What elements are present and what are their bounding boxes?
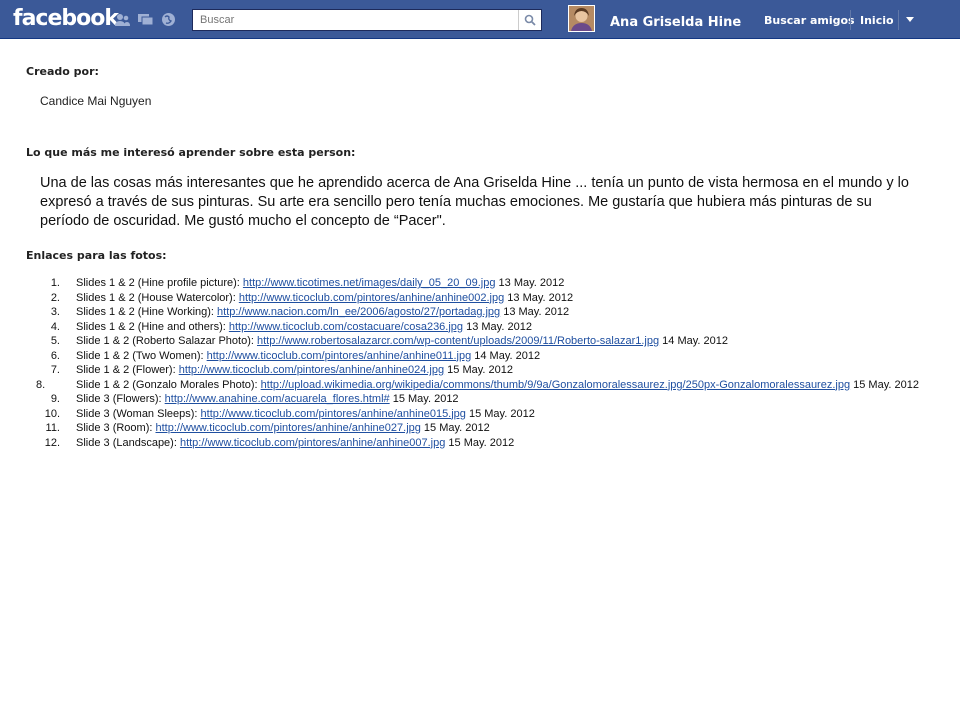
photo-links-heading: Enlaces para las fotos: (26, 249, 167, 262)
access-date: 15 May. 2012 (445, 436, 515, 449)
interest-paragraph: Una de las cosas más interesantes que he… (40, 175, 909, 229)
link-description: Slides 1 & 2 (House Watercolor): (76, 291, 239, 304)
search-icon (524, 14, 536, 26)
link-list-item: 4. Slides 1 & 2 (Hine and others): http:/… (36, 320, 920, 335)
account-menu-caret-icon[interactable] (906, 17, 914, 22)
link-list-item: 9. Slide 3 (Flowers): http://www.anahine.… (36, 392, 920, 407)
link-list-item: 12. Slide 3 (Landscape): http://www.ticoc… (36, 436, 920, 451)
search-button[interactable] (518, 10, 541, 30)
access-date: 13 May. 2012 (495, 277, 565, 289)
list-number: 11. (45, 422, 60, 434)
link-description: Slide 1 & 2 (Roberto Salazar Photo): (76, 335, 257, 347)
link-list-item: 2. Slides 1 & 2 (House Watercolor): http:… (36, 291, 920, 306)
link-description: Slides 1 & 2 (Hine and others): (76, 320, 229, 333)
list-number: 4. (50, 320, 60, 333)
access-date: 13 May. 2012 (504, 291, 574, 304)
nav-divider (850, 10, 851, 30)
facebook-logo[interactable]: facebook (13, 6, 119, 31)
interest-heading: Lo que más me interesó aprender sobre es… (26, 146, 356, 159)
photo-source-link[interactable]: http://upload.wikimedia.org/wikipedia/co… (261, 379, 850, 391)
access-date: 15 May. 2012 (389, 393, 459, 405)
link-list-item: 7. Slide 1 & 2 (Flower): http://www.ticoc… (36, 363, 920, 378)
access-date: 15 May. 2012 (850, 378, 919, 391)
photo-source-link[interactable]: http://www.ticoclub.com/pintores/anhine/… (155, 422, 420, 434)
photo-source-link[interactable]: http://www.ticoclub.com/pintores/anhine/… (201, 408, 466, 420)
link-description: Slide 3 (Landscape): (76, 436, 180, 449)
link-list-item: 3. Slides 1 & 2 (Hine Working): http://ww… (36, 305, 920, 320)
link-description: Slide 1 & 2 (Flower): (76, 364, 179, 376)
home-link[interactable]: Inicio (860, 14, 894, 27)
access-date: 14 May. 2012 (659, 335, 729, 347)
list-number: 12. (44, 436, 60, 449)
link-description: Slides 1 & 2 (Hine Working): (76, 306, 218, 318)
link-description: Slide 3 (Woman Sleeps): (76, 407, 201, 420)
photo-source-link[interactable]: http://www.ticoclub.com/pintores/anhine/… (179, 364, 444, 376)
access-date: 13 May. 2012 (463, 320, 532, 333)
photo-links-list: 1. Slides 1 & 2 (Hine profile picture): h… (36, 276, 920, 450)
link-description: Slide 1 & 2 (Two Women): (76, 349, 207, 362)
link-list-item: 11. Slide 3 (Room): http://www.ticoclub.c… (36, 421, 920, 436)
search-input[interactable] (193, 10, 520, 30)
photo-source-link[interactable]: http://www.ticoclub.com/costacuare/cosa2… (229, 321, 463, 333)
access-date: 15 May. 2012 (420, 422, 490, 434)
profile-name-link[interactable]: Ana Griselda Hine (610, 15, 741, 30)
list-number: 10. (44, 407, 60, 420)
list-number: 6. (50, 349, 60, 362)
link-description: Slide 3 (Flowers): (76, 393, 165, 405)
link-list-item: 6. Slide 1 & 2 (Two Women): http://www.ti… (36, 349, 920, 364)
top-bar: facebook Ana Griselda Hine Buscar amigos… (0, 0, 960, 39)
photo-source-link[interactable]: http://www.nacion.com/ln_ee/2006/agosto/… (217, 306, 500, 318)
photo-source-link[interactable]: http://www.robertosalazarcr.com/wp-conte… (257, 335, 659, 347)
notification-jewels (114, 12, 177, 27)
created-by-heading: Creado por: (26, 65, 99, 78)
link-description: Slide 1 & 2 (Gonzalo Morales Photo): (76, 378, 261, 391)
notifications-icon[interactable] (160, 12, 177, 27)
messages-icon[interactable] (137, 12, 154, 27)
access-date: 13 May. 2012 (500, 306, 570, 318)
link-description: Slides 1 & 2 (Hine profile picture): (76, 277, 243, 289)
link-list-item: 10. Slide 3 (Woman Sleeps): http://www.ti… (36, 407, 920, 422)
photo-source-link[interactable]: http://www.ticoclub.com/pintores/anhine/… (180, 437, 445, 449)
link-list-item: 8. Slide 1 & 2 (Gonzalo Morales Photo): h… (36, 378, 920, 393)
list-number: 5. (50, 335, 60, 347)
access-date: 15 May. 2012 (444, 364, 513, 376)
access-date: 14 May. 2012 (471, 349, 541, 362)
list-number: 1. (50, 277, 60, 289)
link-list-item: 5. Slide 1 & 2 (Roberto Salazar Photo): h… (36, 334, 920, 349)
nav-divider (898, 10, 899, 30)
list-number: 9. (50, 393, 60, 405)
list-number: 2. (50, 291, 60, 304)
photo-source-link[interactable]: http://www.anahine.com/acuarela_flores.h… (165, 393, 390, 405)
photo-source-link[interactable]: http://www.ticoclub.com/pintores/anhine/… (239, 292, 504, 304)
list-number: 8. (36, 378, 46, 391)
photo-source-link[interactable]: http://www.ticotimes.net/images/daily_05… (243, 277, 496, 289)
search-box (192, 9, 542, 31)
photo-source-link[interactable]: http://www.ticoclub.com/pintores/anhine/… (207, 350, 472, 362)
avatar[interactable] (568, 5, 595, 32)
access-date: 15 May. 2012 (465, 407, 535, 420)
find-friends-link[interactable]: Buscar amigos (764, 14, 855, 27)
link-list-item: 1. Slides 1 & 2 (Hine profile picture): h… (36, 276, 920, 291)
author-name: Candice Mai Nguyen (40, 94, 152, 108)
list-number: 7. (50, 364, 60, 376)
list-number: 3. (50, 306, 60, 318)
friend-requests-icon[interactable] (114, 12, 131, 27)
link-description: Slide 3 (Room): (76, 422, 156, 434)
